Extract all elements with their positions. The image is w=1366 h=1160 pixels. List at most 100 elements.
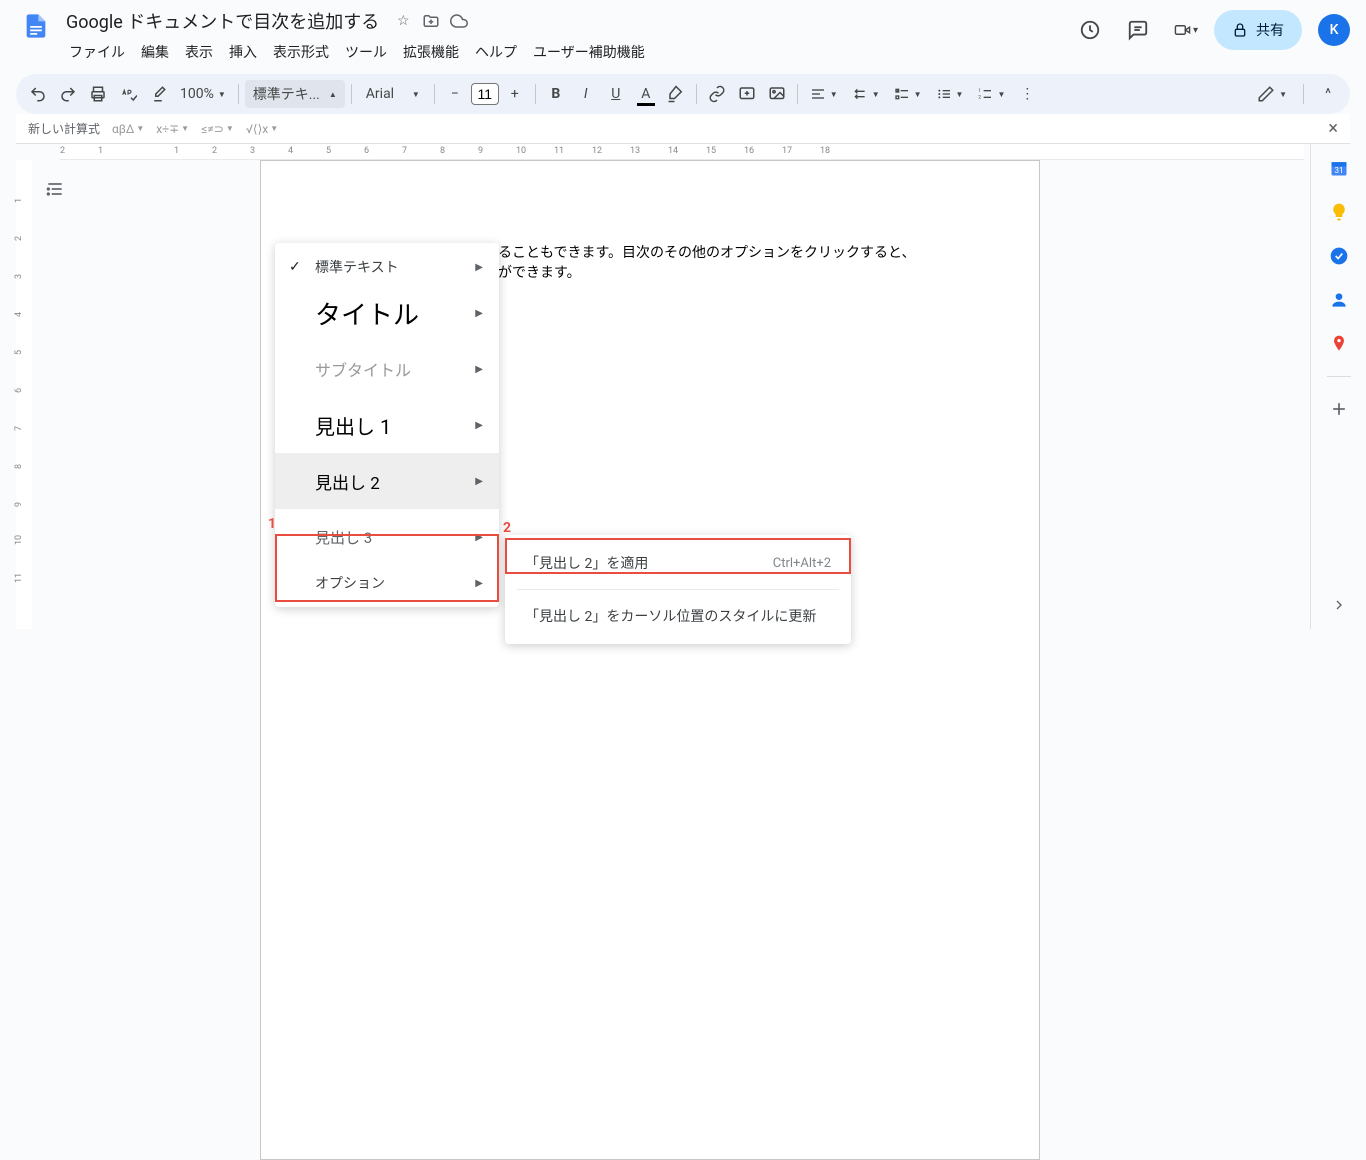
annotation-2: 2 bbox=[503, 520, 511, 536]
eq-greek[interactable]: αβΔ ▼ bbox=[112, 122, 144, 136]
menu-accessibility[interactable]: ユーザー補助機能 bbox=[526, 38, 652, 66]
heading2-submenu: 「見出し 2」を適用 Ctrl+Alt+2 「見出し 2」をカーソル位置のスタイ… bbox=[505, 535, 851, 644]
header: Google ドキュメントで目次を追加する ☆ ファイル 編集 表示 挿入 表示… bbox=[0, 0, 1366, 66]
calendar-icon[interactable]: 31 bbox=[1327, 156, 1351, 180]
add-addon-icon[interactable] bbox=[1327, 397, 1351, 421]
doc-title[interactable]: Google ドキュメントで目次を追加する bbox=[60, 6, 385, 36]
eq-relations[interactable]: ≤≠⊃ ▼ bbox=[201, 122, 234, 136]
close-icon[interactable]: × bbox=[1328, 118, 1338, 139]
chevron-right-icon: ▶ bbox=[475, 578, 483, 589]
style-heading2[interactable]: 見出し 2 ▶ bbox=[275, 453, 499, 509]
meet-icon[interactable]: ▾ bbox=[1166, 10, 1206, 50]
underline-button[interactable]: U bbox=[602, 80, 630, 108]
checklist-button[interactable]: ▼ bbox=[888, 80, 928, 108]
outline-toggle bbox=[40, 174, 70, 204]
print-button[interactable] bbox=[84, 80, 112, 108]
chevron-right-icon: ▶ bbox=[475, 364, 483, 375]
increase-font-button[interactable]: + bbox=[501, 80, 529, 108]
history-icon[interactable] bbox=[1070, 10, 1110, 50]
check-icon: ✓ bbox=[289, 259, 301, 275]
highlight-button[interactable] bbox=[662, 80, 690, 108]
keep-icon[interactable] bbox=[1327, 200, 1351, 224]
menu-edit[interactable]: 編集 bbox=[134, 38, 176, 66]
separator bbox=[351, 84, 352, 104]
side-panel: 31 bbox=[1310, 144, 1366, 629]
comment-icon[interactable] bbox=[1118, 10, 1158, 50]
eq-operators[interactable]: x÷∓ ▼ bbox=[156, 122, 189, 136]
contacts-icon[interactable] bbox=[1327, 288, 1351, 312]
text-color-button[interactable]: A bbox=[632, 80, 660, 108]
star-icon[interactable]: ☆ bbox=[393, 11, 413, 31]
align-button[interactable]: ▼ bbox=[804, 80, 844, 108]
italic-button[interactable]: I bbox=[572, 80, 600, 108]
eq-math[interactable]: √⟨⟩x ▼ bbox=[246, 122, 278, 136]
menu-insert[interactable]: 挿入 bbox=[222, 38, 264, 66]
chevron-right-icon: ▶ bbox=[475, 476, 483, 487]
more-button[interactable]: ⋮ bbox=[1013, 80, 1041, 108]
style-subtitle[interactable]: サブタイトル ▶ bbox=[275, 341, 499, 397]
move-icon[interactable] bbox=[421, 11, 441, 31]
redo-button[interactable] bbox=[54, 80, 82, 108]
docs-logo[interactable] bbox=[16, 6, 56, 46]
numbered-list-button[interactable]: 12▼ bbox=[971, 80, 1011, 108]
apply-heading2[interactable]: 「見出し 2」を適用 Ctrl+Alt+2 bbox=[505, 541, 851, 585]
avatar[interactable]: K bbox=[1318, 14, 1350, 46]
svg-text:2: 2 bbox=[979, 95, 982, 101]
equation-toolbar: 新しい計算式 αβΔ ▼ x÷∓ ▼ ≤≠⊃ ▼ √⟨⟩x ▼ × bbox=[16, 114, 1350, 144]
menu-help[interactable]: ヘルプ bbox=[468, 38, 524, 66]
maps-icon[interactable] bbox=[1327, 332, 1351, 356]
separator bbox=[797, 84, 798, 104]
separator bbox=[696, 84, 697, 104]
update-heading2-style[interactable]: 「見出し 2」をカーソル位置のスタイルに更新 bbox=[505, 594, 851, 638]
menu-extensions[interactable]: 拡張機能 bbox=[396, 38, 466, 66]
font-dropdown[interactable]: Arial▼ bbox=[358, 80, 428, 108]
chevron-right-icon: ▶ bbox=[475, 532, 483, 543]
style-heading3[interactable]: 見出し 3 ▶ bbox=[275, 509, 499, 565]
decrease-font-button[interactable]: − bbox=[441, 80, 469, 108]
spellcheck-button[interactable] bbox=[114, 80, 142, 108]
link-button[interactable] bbox=[703, 80, 731, 108]
style-normal[interactable]: ✓ 標準テキスト ▶ bbox=[275, 249, 499, 285]
style-title[interactable]: タイトル ▶ bbox=[275, 285, 499, 341]
zoom-dropdown[interactable]: 100%▼ bbox=[174, 80, 232, 108]
collapse-button[interactable]: ^ bbox=[1314, 80, 1342, 108]
menu-format[interactable]: 表示形式 bbox=[266, 38, 336, 66]
outline-icon[interactable] bbox=[40, 174, 70, 204]
separator bbox=[535, 84, 536, 104]
separator bbox=[1327, 376, 1351, 377]
styles-dropdown[interactable]: 標準テキ...▲ bbox=[245, 80, 345, 108]
separator bbox=[1303, 84, 1304, 104]
undo-button[interactable] bbox=[24, 80, 52, 108]
add-comment-button[interactable] bbox=[733, 80, 761, 108]
chevron-right-icon: ▶ bbox=[475, 308, 483, 319]
menu-file[interactable]: ファイル bbox=[62, 38, 132, 66]
style-options[interactable]: オプション ▶ bbox=[275, 565, 499, 601]
menu-bar: ファイル 編集 表示 挿入 表示形式 ツール 拡張機能 ヘルプ ユーザー補助機能 bbox=[62, 38, 1070, 66]
menu-tools[interactable]: ツール bbox=[338, 38, 394, 66]
doc-text: ることもできます。目次のその他のオプションをクリックすると、 ができます。 bbox=[498, 244, 915, 283]
editing-mode-button[interactable]: ▼ bbox=[1251, 80, 1293, 108]
toolbar: 100%▼ 標準テキ...▲ Arial▼ − + B I U A ▼ ▼ ▼ … bbox=[16, 74, 1350, 114]
header-actions: ▾ 共有 K bbox=[1070, 10, 1350, 50]
separator bbox=[434, 84, 435, 104]
paint-format-button[interactable] bbox=[144, 80, 172, 108]
share-button[interactable]: 共有 bbox=[1214, 10, 1302, 50]
share-label: 共有 bbox=[1256, 20, 1284, 40]
bullet-list-button[interactable]: ▼ bbox=[930, 80, 970, 108]
svg-text:1: 1 bbox=[979, 88, 982, 94]
style-heading1[interactable]: 見出し 1 ▶ bbox=[275, 397, 499, 453]
equation-label[interactable]: 新しい計算式 bbox=[28, 120, 100, 137]
hide-panel-icon[interactable] bbox=[1327, 593, 1351, 617]
bold-button[interactable]: B bbox=[542, 80, 570, 108]
menu-view[interactable]: 表示 bbox=[178, 38, 220, 66]
tasks-icon[interactable] bbox=[1327, 244, 1351, 268]
separator bbox=[238, 84, 239, 104]
cloud-icon[interactable] bbox=[449, 11, 469, 31]
vertical-ruler[interactable]: 1234567891011 bbox=[16, 160, 32, 629]
horizontal-ruler[interactable]: 21123456789101112131415161718 bbox=[60, 144, 1304, 160]
chevron-right-icon: ▶ bbox=[475, 262, 483, 273]
chevron-right-icon: ▶ bbox=[475, 420, 483, 431]
font-size-input[interactable] bbox=[471, 83, 499, 105]
image-button[interactable] bbox=[763, 80, 791, 108]
line-spacing-button[interactable]: ▼ bbox=[846, 80, 886, 108]
